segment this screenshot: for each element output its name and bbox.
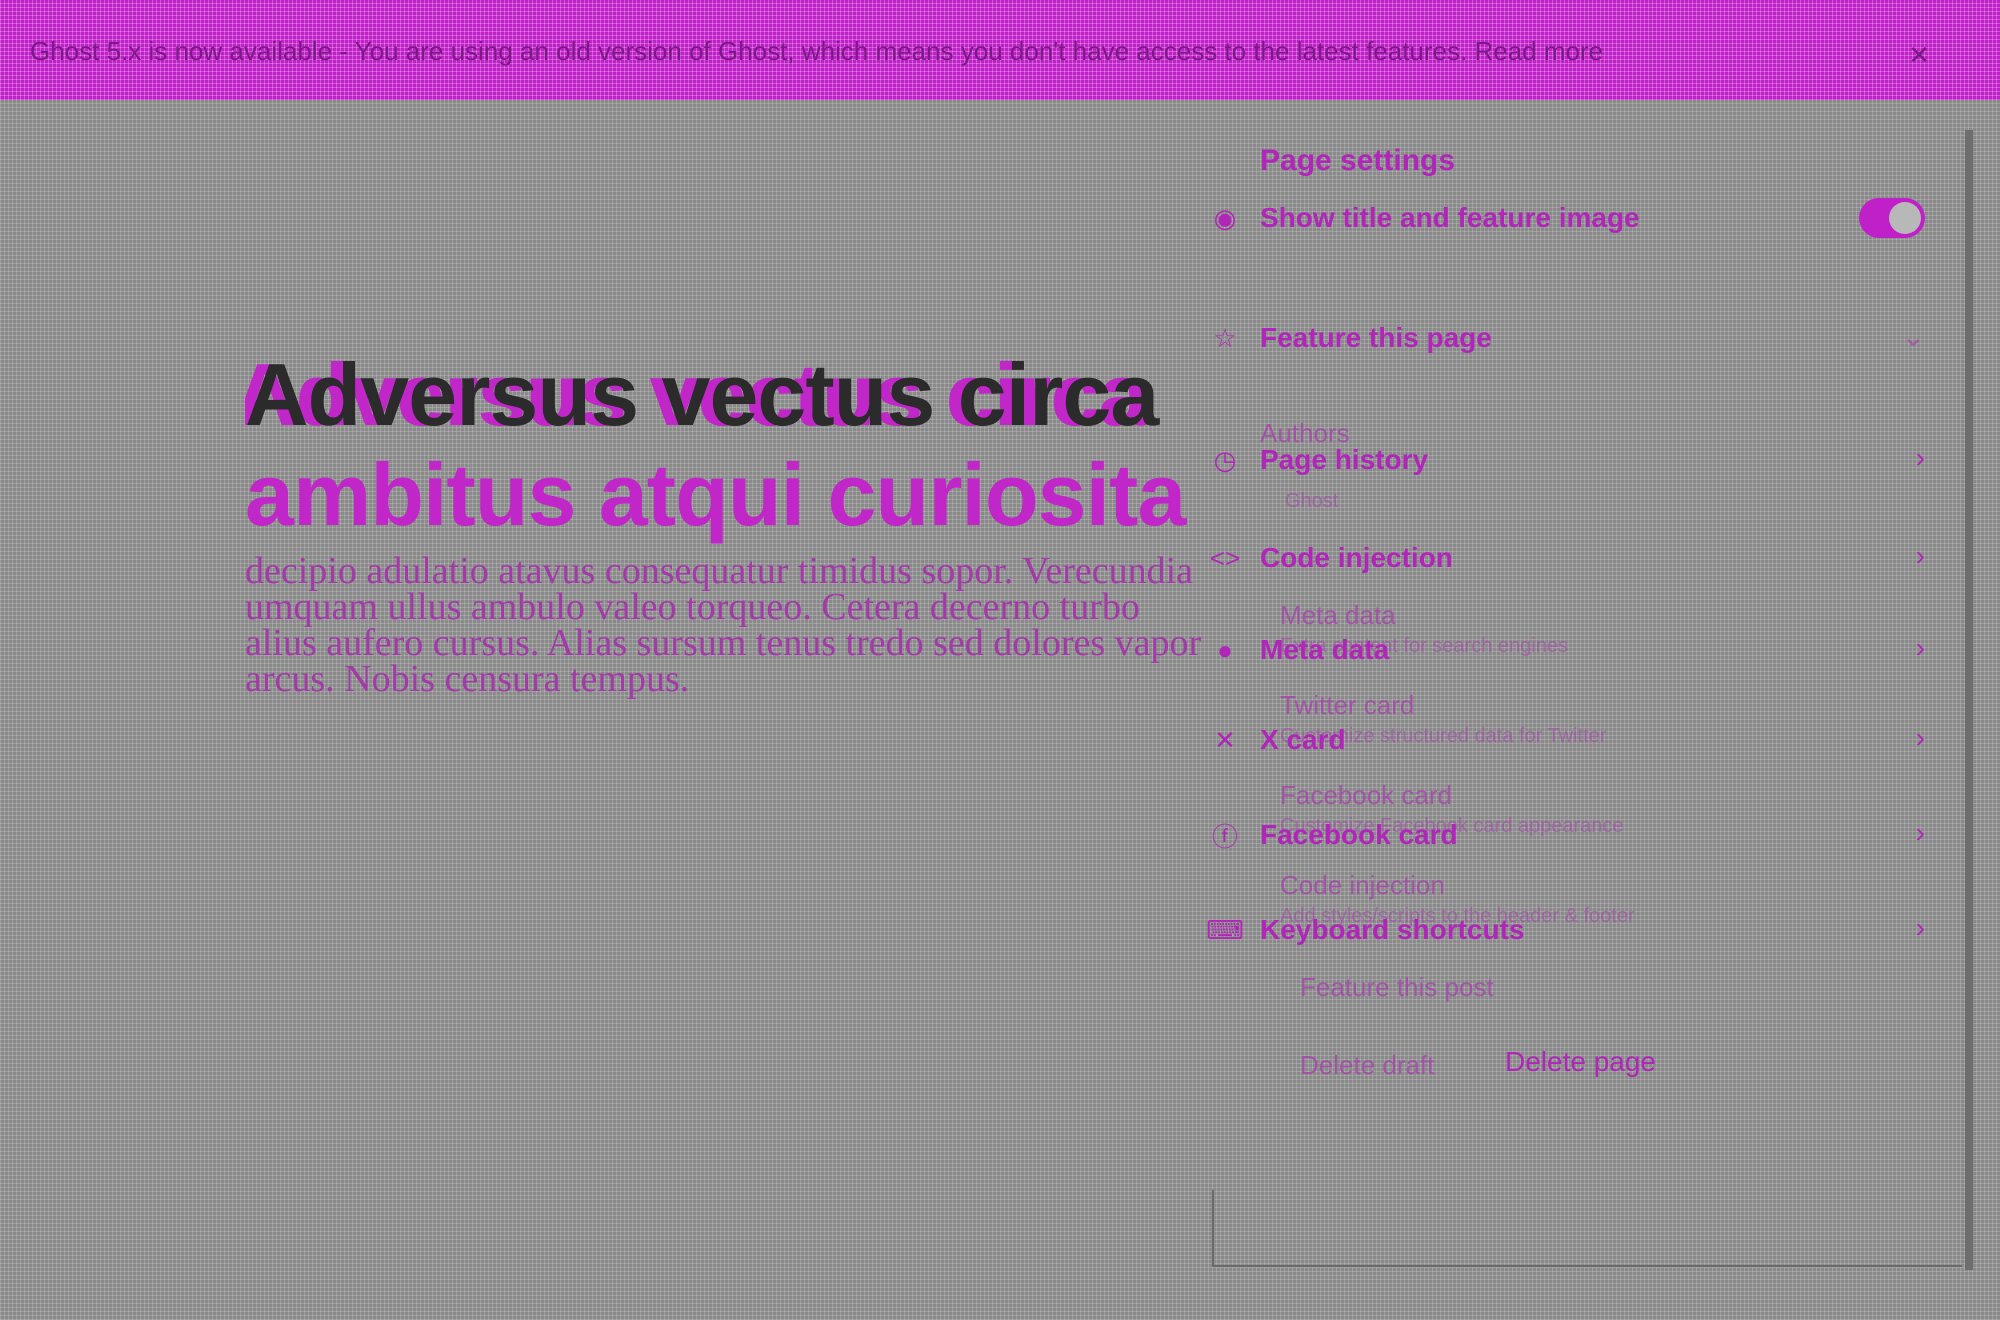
show-title-row[interactable]: ◉ Show title and feature image	[1205, 198, 1925, 238]
settings-panel: Page settings ◉ Show title and feature i…	[1205, 130, 1973, 1270]
history-icon: ◷	[1213, 444, 1237, 475]
meta-data-label: Meta data	[1260, 634, 1390, 665]
facebook-card-row[interactable]: ⓕ Facebook card ›	[1205, 815, 1925, 855]
feature-page-label: Feature this page	[1260, 322, 1492, 353]
page-history-row[interactable]: ◷ Page history ›	[1205, 440, 1925, 480]
show-title-toggle[interactable]	[1859, 198, 1925, 238]
x-card-label: X card	[1260, 724, 1346, 755]
facebook-icon: ⓕ	[1211, 821, 1238, 852]
ghost-twitter: Twitter card	[1280, 690, 1415, 720]
post-body-text[interactable]: decipio adulatio atavus consequatur timi…	[245, 552, 1205, 698]
ghost-delete-draft: Delete draft	[1300, 1050, 1435, 1080]
chevron-right-icon: ›	[1915, 540, 1925, 571]
chevron-right-icon: ›	[1915, 817, 1925, 848]
meta-data-row[interactable]: ● Meta data ›	[1205, 630, 1925, 670]
panel-title: Page settings	[1260, 144, 1456, 177]
code-icon: <>	[1209, 542, 1241, 573]
ghost-authors-sub: Ghost	[1285, 490, 1339, 512]
code-injection-row[interactable]: <> Code injection ›	[1205, 538, 1925, 578]
panel-divider-vertical	[1212, 1190, 1214, 1265]
chevron-right-icon: ›	[1915, 632, 1925, 663]
feature-dropdown-icon: ⌄	[1901, 321, 1925, 352]
panel-divider-horizontal	[1212, 1265, 1962, 1267]
post-editor[interactable]: Adversus vectus circa ambitus atqui curi…	[245, 345, 1205, 705]
chevron-right-icon: ›	[1915, 722, 1925, 753]
chevron-right-icon: ›	[1915, 912, 1925, 943]
banner-text: Ghost 5.x is now available - You are usi…	[30, 36, 1604, 66]
keyboard-shortcuts-row[interactable]: ⌨ Keyboard shortcuts ›	[1205, 910, 1925, 950]
close-icon[interactable]: ✕	[1908, 40, 1930, 71]
show-title-label: Show title and feature image	[1260, 202, 1640, 233]
globe-icon: ●	[1217, 634, 1233, 665]
feature-page-row[interactable]: ☆ Feature this page ⌄	[1205, 318, 1925, 358]
eye-icon: ◉	[1213, 202, 1237, 233]
keyboard-icon: ⌨	[1206, 914, 1244, 945]
ghost-facebook: Facebook card	[1280, 780, 1452, 810]
code-injection-label: Code injection	[1260, 542, 1453, 573]
page-history-label: Page history	[1260, 444, 1429, 475]
toggle-knob	[1889, 202, 1921, 234]
ghost-code: Code injection	[1280, 870, 1445, 900]
x-icon: ✕	[1214, 724, 1236, 755]
ghost-meta: Meta data	[1280, 600, 1396, 630]
delete-page-button[interactable]: Delete page	[1505, 1042, 1656, 1082]
chevron-right-icon: ›	[1915, 442, 1925, 473]
star-icon: ☆	[1213, 322, 1237, 353]
update-banner: Ghost 5.x is now available - You are usi…	[0, 0, 2000, 100]
x-card-row[interactable]: ✕ X card ›	[1205, 720, 1925, 760]
ghost-feature-post: Feature this post	[1300, 972, 1494, 1002]
keyboard-shortcuts-label: Keyboard shortcuts	[1260, 914, 1525, 945]
post-title-line-1[interactable]: Adversus vectus circa	[245, 345, 1205, 445]
facebook-card-label: Facebook card	[1260, 819, 1458, 850]
post-title-line-2[interactable]: ambitus atqui curiosita	[245, 445, 1205, 545]
